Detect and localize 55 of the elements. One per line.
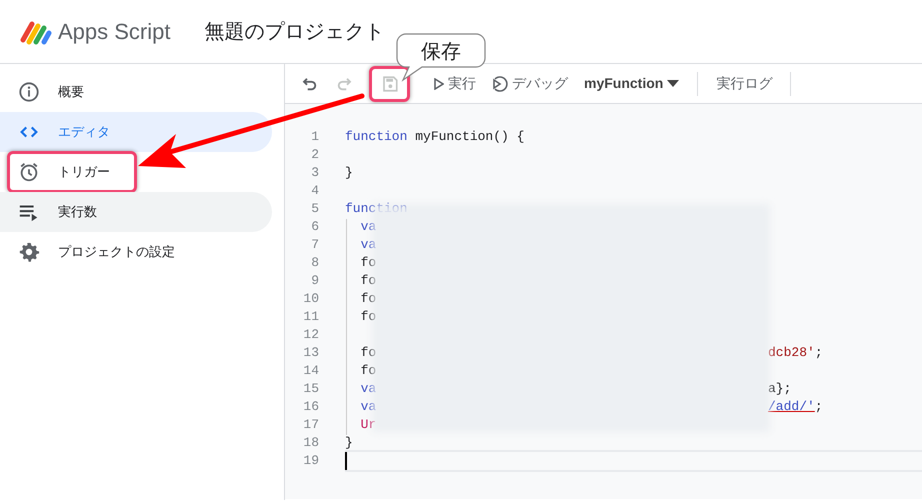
code-text: } [345, 434, 353, 452]
line-number: 7 [310, 236, 319, 254]
line-number: 8 [310, 254, 319, 272]
debug-button[interactable]: デバッグ [486, 69, 574, 98]
sidebar-item[interactable]: 概要 [0, 72, 272, 112]
callout-label: 保存 [421, 41, 461, 63]
code-text: function [345, 200, 408, 218]
project-title[interactable]: 無題のプロジェクト [204, 16, 384, 46]
play-icon [434, 78, 444, 90]
line-number: 19 [302, 452, 319, 470]
sidebar-item[interactable]: 実行数 [0, 192, 272, 232]
line-number: 5 [310, 200, 319, 218]
run-button[interactable]: 実行 [428, 69, 482, 98]
alarm-clock-icon [18, 161, 40, 183]
settings-icon [18, 241, 40, 263]
app-name: Apps Script [58, 18, 170, 46]
code-text: fo [360, 290, 376, 308]
line-number: 16 [302, 398, 319, 416]
sidebar-item[interactable]: プロジェクトの設定 [0, 232, 272, 272]
line-number: 15 [302, 380, 319, 398]
text-cursor [345, 452, 347, 470]
line-number: 17 [302, 416, 319, 434]
line-number: 6 [310, 218, 319, 236]
line-number: 13 [302, 344, 319, 362]
code-text: Ur [360, 416, 376, 434]
execution-log-button[interactable]: 実行ログ [710, 69, 778, 98]
line-number: 4 [310, 182, 319, 200]
info-icon [18, 81, 40, 103]
line-number: 18 [302, 434, 319, 452]
function-select[interactable]: myFunction [578, 69, 686, 98]
line-number: 2 [310, 146, 319, 164]
line-number: 12 [302, 326, 319, 344]
code-text: } [345, 164, 353, 182]
line-number: 11 [302, 308, 319, 326]
code-text: fo [360, 272, 376, 290]
code-text: dcb28'; [768, 344, 823, 362]
line-number: 1 [310, 128, 319, 146]
code-text: va [360, 398, 378, 416]
line-number: 9 [310, 272, 319, 290]
code-text: a}; [768, 380, 792, 398]
line-number: 10 [302, 290, 319, 308]
line-number: 14 [302, 362, 319, 380]
code-text: fo [360, 362, 376, 380]
code-text: va [360, 380, 378, 398]
code-text: va [360, 218, 376, 236]
code-text: va [360, 236, 376, 254]
code-text: fo [360, 308, 376, 326]
code-text: fo [360, 254, 376, 272]
code-text: fo [360, 344, 378, 362]
code-text: function myFunction() { [345, 128, 524, 146]
code-text: /add/'; [768, 398, 823, 416]
debug-icon [492, 76, 508, 92]
caret-icon [667, 80, 680, 87]
line-number: 3 [310, 164, 319, 182]
sidebar-item[interactable]: エディタ [0, 112, 272, 152]
